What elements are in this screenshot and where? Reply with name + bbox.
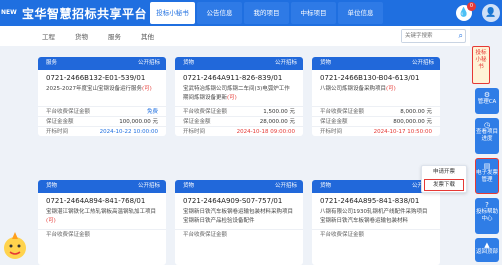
card-category: 货物 (183, 183, 195, 189)
nav-won-projects[interactable]: 中标项目 (291, 2, 336, 24)
category-bar: 工程 货物 服务 其他 ⌕ (0, 26, 470, 46)
card-category: 货物 (183, 60, 195, 66)
card-bid-type: 公开招标 (411, 60, 434, 66)
card-category: 货物 (320, 60, 332, 66)
notification-drop-icon[interactable]: 💧 0 (456, 2, 476, 21)
nav-bid-secretary[interactable]: 投标小秘书 (150, 2, 195, 24)
sidebar-e-invoice[interactable]: ▤ 电子发票管理 (475, 158, 499, 194)
card-row-deposit: 保证金金额 100,000.00 元 (38, 116, 166, 126)
brand[interactable]: NEW 宝华智慧招标共享平台 (0, 4, 147, 22)
card-row-fee: 平台收费保证金额 (312, 229, 440, 239)
card-description: 2025-2027年度宝山宝钢设备运行服务(可) (46, 86, 152, 92)
card-row-opening-time: 开标时间 2024-10-22 10:00:00 (38, 126, 166, 136)
card-category: 货物 (320, 183, 332, 189)
card-row-opening-time: 开标时间 2024-10-18 09:00:00 (175, 126, 303, 136)
help-icon: ? (485, 201, 489, 209)
search-input[interactable] (402, 30, 454, 42)
notification-badge: 0 (467, 2, 476, 11)
card-header: 货物 公开招标 (312, 57, 440, 70)
card-row-fee: 平台收费保证金额 (38, 229, 166, 239)
search-icon[interactable]: ⌕ (459, 31, 463, 41)
card-category: 服务 (46, 60, 58, 66)
top-icons: 💧 0 👤 (456, 0, 502, 26)
card-project-no[interactable]: 0721-2464A911-826-839/01 (175, 70, 303, 82)
card-bid-type: 公开招标 (137, 183, 160, 189)
nav-announcements[interactable]: 公告信息 (197, 2, 242, 24)
card-description: 宝钢新日铁汽车板钢卷运输包装材料采购项目宝钢新日铁产品检验设备配件 (183, 209, 294, 224)
tender-card[interactable]: 货物 公开招标 0721-2464A911-826-839/01 宝武特冶炼钢公… (175, 57, 303, 136)
tender-card[interactable]: 货物 公开招标 0721-2464A909-S07-757/01 宝钢新日铁汽车… (175, 180, 303, 265)
card-description: 八钢有限公司1930轧钢机产线配件采购项目宝钢新日铁汽车板钢卷运输包装材料 (320, 209, 428, 224)
tender-card[interactable]: 服务 公开招标 0721-2466B132-E01-539/01 2025-20… (38, 57, 166, 136)
card-row-deposit: 保证金金额 28,000.00 元 (175, 116, 303, 126)
invoice-icon: ▤ (483, 162, 491, 170)
tender-card[interactable]: 货物 公开招标 0721-2464A894-841-768/01 宝钢湛江钢铁化… (38, 180, 166, 265)
card-project-no[interactable]: 0721-2464A894-841-768/01 (38, 193, 166, 205)
card-row-deposit: 保证金金额 800,000.00 元 (312, 116, 440, 126)
card-description: 宝钢湛江钢铁化工热轧钢板高温钢轨加工项目(可) (46, 209, 157, 224)
card-category: 货物 (46, 183, 58, 189)
invoice-menu: 申请开票 发票下载 (421, 165, 467, 193)
download-invoice-item[interactable]: 发票下载 (424, 179, 464, 191)
card-header: 货物 公开招标 (175, 57, 303, 70)
card-row-fee: 平台收费保证金额 8,000.00 元 (312, 106, 440, 116)
top-bar: NEW 宝华智慧招标共享平台 投标小秘书 公告信息 我的项目 中标项目 单位信息… (0, 0, 502, 26)
card-bid-type: 公开招标 (274, 60, 297, 66)
sidebar-manage-ca[interactable]: ⚙ 管理CA (475, 88, 499, 114)
nav-my-projects[interactable]: 我的项目 (244, 2, 289, 24)
main-nav: 投标小秘书 公告信息 我的项目 中标项目 单位信息 (150, 2, 385, 24)
card-bid-type: 公开招标 (274, 183, 297, 189)
card-project-no[interactable]: 0721-2464A909-S07-757/01 (175, 193, 303, 205)
tab-goods[interactable]: 货物 (75, 31, 88, 41)
search-box: ⌕ (401, 29, 466, 43)
right-sidebar: ⚙ 管理CA ◷ 查看项目进度 ▤ 电子发票管理 ? 投标帮助中心 ▲ 返回顶部 (472, 46, 502, 265)
tab-services[interactable]: 服务 (108, 31, 121, 41)
sidebar-help-center[interactable]: ? 投标帮助中心 (475, 198, 499, 234)
mascot-image (0, 230, 30, 265)
card-row-fee: 平台收费保证金额 (175, 229, 303, 239)
card-project-no[interactable]: 0721-2466B130-B04-613/01 (312, 70, 440, 82)
card-project-no[interactable]: 0721-2464A895-841-838/01 (312, 193, 440, 205)
card-header: 货物 公开招标 (38, 180, 166, 193)
tender-card[interactable]: 货物 公开招标 0721-2466B130-B04-613/01 八钢公司炼钢设… (312, 57, 440, 136)
sidebar-project-progress[interactable]: ◷ 查看项目进度 (475, 118, 499, 154)
nav-company-info[interactable]: 单位信息 (338, 2, 383, 24)
card-bid-type: 公开招标 (137, 60, 160, 66)
logo-icon: NEW (1, 9, 17, 16)
platform-title: 宝华智慧招标共享平台 (22, 6, 148, 21)
tab-other[interactable]: 其他 (141, 31, 154, 41)
card-description: 八钢公司炼钢设备采购项目(可) (320, 86, 396, 92)
sidebar-back-to-top[interactable]: ▲ 返回顶部 (475, 238, 499, 262)
arrow-up-icon: ▲ (484, 241, 490, 249)
card-row-fee: 平台收费保证金额 1,500.00 元 (175, 106, 303, 116)
ca-icon: ⚙ (483, 91, 491, 99)
card-project-no[interactable]: 0721-2466B132-E01-539/01 (38, 70, 166, 82)
card-row-opening-time: 开标时间 2024-10-17 10:50:00 (312, 126, 440, 136)
card-description: 宝武特冶炼钢公司炼钢二车间(3)电弧炉工作期间炼钢设备更新(可) (183, 86, 290, 101)
apply-invoice-item[interactable]: 申请开票 (422, 166, 466, 179)
card-header: 货物 公开招标 (175, 180, 303, 193)
card-header: 服务 公开招标 (38, 57, 166, 70)
tab-engineering[interactable]: 工程 (42, 31, 55, 41)
card-row-fee: 平台收费保证金额 免费 (38, 106, 166, 116)
tender-card[interactable]: 货物 公开招标 0721-2464A895-841-838/01 八钢有限公司1… (312, 180, 440, 265)
progress-icon: ◷ (483, 121, 491, 129)
user-avatar-icon[interactable]: 👤 (482, 4, 500, 22)
